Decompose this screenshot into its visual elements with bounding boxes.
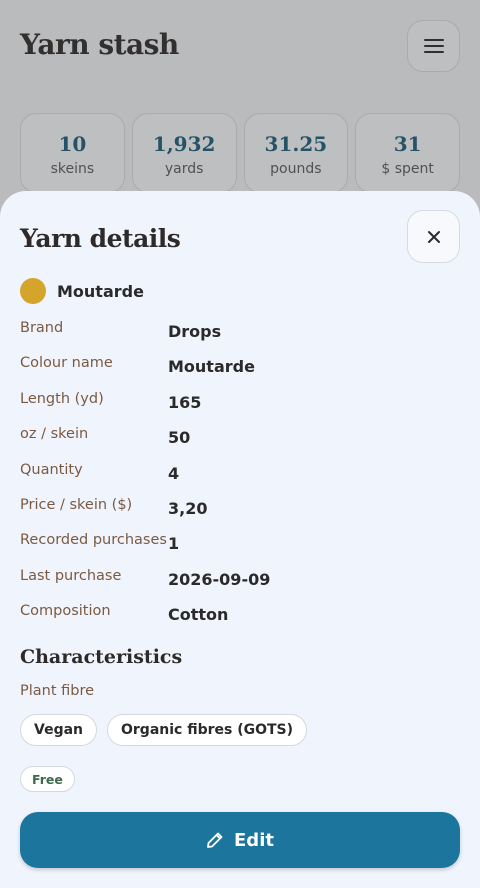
colour-swatch-row: Moutarde: [20, 278, 144, 304]
detail-row-oz-per-skein: oz / skein 50: [20, 426, 460, 461]
detail-value: Cotton: [168, 605, 229, 625]
characteristic-chips: Vegan Organic fibres (GOTS): [20, 714, 308, 746]
detail-row-last-purchase: Last purchase 2026-09-09: [20, 568, 460, 603]
detail-value: 4: [168, 463, 180, 483]
close-button[interactable]: [407, 210, 460, 263]
detail-label: Composition: [20, 603, 111, 620]
colour-swatch: [20, 278, 46, 304]
detail-label: Brand: [20, 320, 64, 336]
free-badge: Free: [20, 766, 75, 792]
detail-value: Drops: [168, 322, 222, 341]
characteristics-subtitle: Plant fibre: [20, 683, 95, 699]
close-icon: [427, 230, 440, 243]
detail-row-recorded-purchases: Recorded purchases 1: [20, 532, 460, 567]
detail-row-quantity: Quantity 4: [20, 462, 460, 497]
detail-row-price: Price / skein ($) 3,20: [20, 497, 460, 532]
detail-label: oz / skein: [20, 426, 89, 443]
detail-value: 2026-09-09: [168, 569, 271, 589]
detail-row-composition: Composition Cotton: [20, 603, 460, 638]
edit-button-label: Edit: [234, 829, 274, 851]
detail-value: 50: [168, 428, 191, 448]
detail-label: Length (yd): [20, 390, 104, 407]
characteristics-title: Characteristics: [20, 646, 183, 668]
detail-label: Last purchase: [20, 567, 122, 584]
pencil-icon: [207, 832, 223, 848]
detail-row-length: Length (yd) 165: [20, 391, 460, 426]
swatch-name: Moutarde: [57, 281, 144, 301]
detail-row-colour-name: Colour name Moutarde: [20, 355, 460, 390]
detail-value: Moutarde: [168, 357, 255, 377]
detail-label: Colour name: [20, 355, 113, 372]
yarn-details-sheet: Yarn details Moutarde Brand Drops Colour…: [0, 191, 480, 888]
sheet-title: Yarn details: [20, 224, 181, 253]
detail-label: Quantity: [20, 461, 83, 478]
detail-value: 1: [168, 534, 180, 554]
chip-vegan: Vegan: [20, 714, 97, 746]
chip-organic-fibres: Organic fibres (GOTS): [107, 714, 308, 746]
detail-label: Price / skein ($): [20, 496, 133, 513]
detail-label: Recorded purchases: [20, 532, 167, 549]
detail-value: 165: [168, 392, 202, 412]
detail-value: 3,20: [168, 498, 208, 518]
detail-list: Brand Drops Colour name Moutarde Length …: [20, 320, 460, 639]
edit-button[interactable]: Edit: [20, 812, 460, 868]
detail-row-brand: Brand Drops: [20, 320, 460, 355]
